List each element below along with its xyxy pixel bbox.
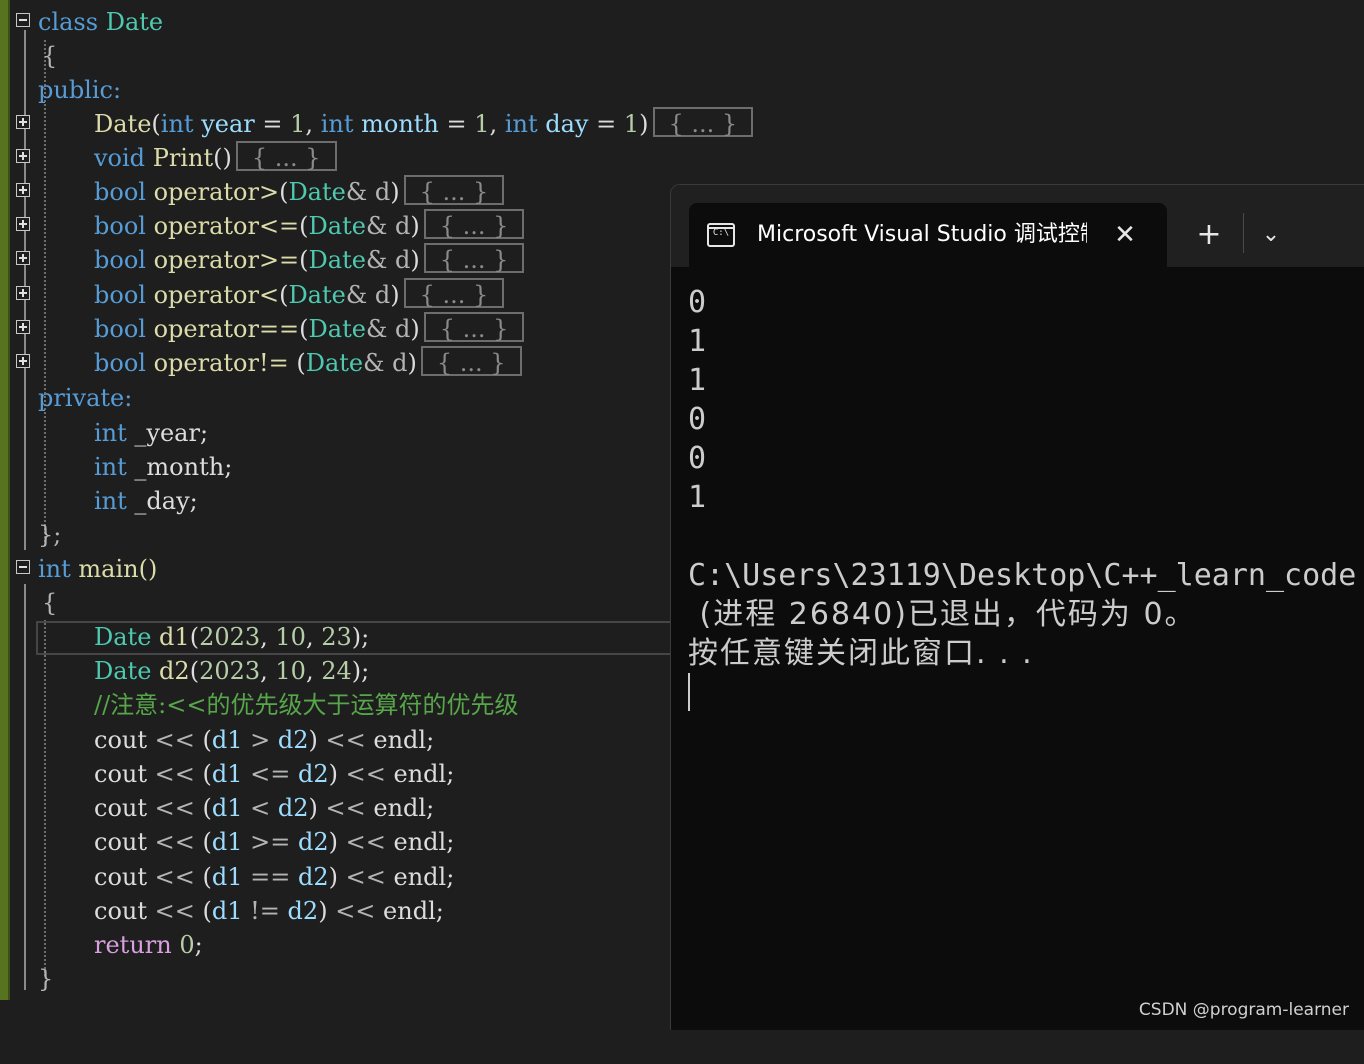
code-line[interactable]: bool operator>=(Date& d){ ... } xyxy=(10,243,670,277)
collapsed-body-button[interactable]: { ... } xyxy=(423,209,525,240)
close-icon[interactable]: ✕ xyxy=(1109,219,1141,251)
code-line[interactable]: } xyxy=(10,962,670,996)
debug-console-window[interactable]: C:\ Microsoft Visual Studio 调试控制台 ✕ + ⌄ … xyxy=(670,184,1364,1030)
code-line[interactable]: Date(int year = 1, int month = 1, int da… xyxy=(10,107,754,141)
code-line[interactable]: return 0; xyxy=(10,928,670,962)
collapsed-body-button[interactable]: { ... } xyxy=(420,346,522,377)
exit-message-line: (进程 26840)已退出，代码为 0。 xyxy=(688,597,1197,632)
tab-divider xyxy=(1243,213,1244,253)
collapsed-body-button[interactable]: { ... } xyxy=(235,141,337,172)
expand-icon[interactable] xyxy=(16,286,30,300)
code-line[interactable]: int main() xyxy=(10,552,670,586)
code-line[interactable]: bool operator>(Date& d){ ... } xyxy=(10,175,670,209)
exit-path-line: C:\Users\23119\Desktop\C++_learn_code xyxy=(688,558,1357,593)
console-tab[interactable]: C:\ Microsoft Visual Studio 调试控制台 ✕ xyxy=(689,203,1167,267)
code-line[interactable]: { xyxy=(10,586,670,620)
expand-icon[interactable] xyxy=(16,320,30,334)
expand-icon[interactable] xyxy=(16,149,30,163)
code-line[interactable]: cout << (d1 == d2) << endl; xyxy=(10,860,670,894)
chevron-down-icon[interactable]: ⌄ xyxy=(1253,217,1289,253)
code-line[interactable]: cout << (d1 >= d2) << endl; xyxy=(10,825,670,859)
code-line[interactable]: cout << (d1 != d2) << endl; xyxy=(10,894,670,928)
close-prompt-line: 按任意键关闭此窗口. . . xyxy=(688,636,1034,671)
new-tab-button[interactable]: + xyxy=(1191,217,1227,253)
code-line[interactable]: cout << (d1 <= d2) << endl; xyxy=(10,757,670,791)
code-line[interactable]: Date d2(2023, 10, 24); xyxy=(10,654,670,688)
code-line[interactable]: private: xyxy=(10,381,670,415)
code-editor[interactable]: class Date { public: Date(int year = 1, … xyxy=(10,0,754,1029)
tab-strip: C:\ Microsoft Visual Studio 调试控制台 ✕ + ⌄ xyxy=(671,185,1364,267)
code-line[interactable]: { xyxy=(10,39,670,73)
code-line[interactable]: bool operator!= (Date& d){ ... } xyxy=(10,346,670,380)
code-line[interactable]: Date d1(2023, 10, 23); xyxy=(10,620,670,654)
collapsed-body-button[interactable]: { ... } xyxy=(423,312,525,343)
change-tracking-bar xyxy=(0,0,10,1000)
expand-icon[interactable] xyxy=(16,251,30,265)
code-line[interactable]: class Date xyxy=(10,5,670,39)
collapse-icon[interactable] xyxy=(16,13,30,27)
code-line[interactable]: void Print(){ ... } xyxy=(10,141,670,175)
output-line: 0 xyxy=(688,402,707,437)
code-line[interactable]: int _month; xyxy=(10,450,670,484)
terminal-icon: C:\ xyxy=(707,223,735,247)
code-line[interactable]: bool operator<(Date& d){ ... } xyxy=(10,278,670,312)
output-line: 0 xyxy=(688,285,707,320)
output-line: 0 xyxy=(688,441,707,476)
expand-icon[interactable] xyxy=(16,354,30,368)
output-line: 1 xyxy=(688,324,707,359)
code-line[interactable]: }; xyxy=(10,518,670,552)
collapsed-body-button[interactable]: { ... } xyxy=(403,278,505,309)
code-line[interactable]: public: xyxy=(10,73,670,107)
collapsed-body-button[interactable]: { ... } xyxy=(652,107,754,138)
watermark: CSDN @program-learner xyxy=(1138,1000,1349,1020)
expand-icon[interactable] xyxy=(16,217,30,231)
code-line[interactable]: cout << (d1 > d2) << endl; xyxy=(10,723,670,757)
expand-icon[interactable] xyxy=(16,115,30,129)
code-line[interactable]: int _year; xyxy=(10,416,670,450)
collapsed-body-button[interactable]: { ... } xyxy=(403,175,505,206)
code-line[interactable]: bool operator==(Date& d){ ... } xyxy=(10,312,670,346)
code-line[interactable]: cout << (d1 < d2) << endl; xyxy=(10,791,670,825)
code-comment[interactable]: //注意:<<的优先级大于运算符的优先级 xyxy=(10,688,670,722)
expand-icon[interactable] xyxy=(16,183,30,197)
text-cursor xyxy=(688,673,690,711)
collapsed-body-button[interactable]: { ... } xyxy=(423,243,525,274)
output-line: 1 xyxy=(688,480,707,515)
code-line[interactable]: int _day; xyxy=(10,484,670,518)
output-line: 1 xyxy=(688,363,707,398)
collapse-icon[interactable] xyxy=(16,560,30,574)
tab-title: Microsoft Visual Studio 调试控制台 xyxy=(757,222,1087,247)
code-line[interactable]: bool operator<=(Date& d){ ... } xyxy=(10,209,670,243)
